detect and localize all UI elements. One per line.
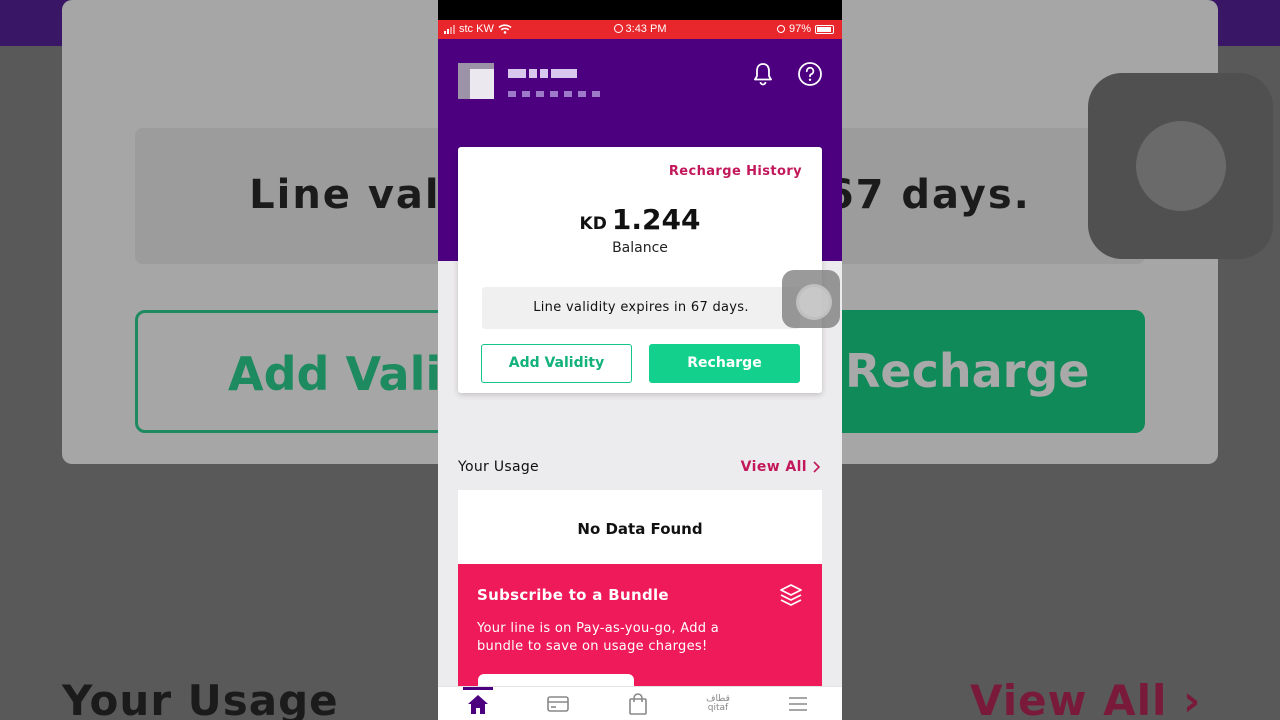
recharge-button[interactable]: Recharge — [649, 344, 800, 383]
avatar[interactable] — [458, 63, 494, 99]
bg-view-all-label: View All — [970, 676, 1168, 720]
qitaf-logo: قطاف qitaf — [706, 695, 730, 713]
bundle-description: Your line is on Pay-as-you-go, Add a bun… — [477, 621, 720, 654]
status-right: 97% — [776, 23, 834, 35]
bg-view-all: View All › — [970, 676, 1201, 720]
validity-notice: Line validity expires in 67 days. — [482, 287, 800, 329]
screen-record-icon — [613, 24, 623, 33]
tab-shop[interactable] — [598, 687, 678, 720]
alarm-icon — [776, 25, 785, 33]
user-name-redacted — [508, 69, 577, 78]
status-time: 3:43 PM — [625, 23, 667, 35]
usage-empty-state: No Data Found — [458, 490, 822, 564]
view-all-label: View All — [740, 459, 807, 475]
menu-icon — [789, 697, 807, 711]
add-validity-button[interactable]: Add Validity — [481, 344, 632, 383]
bottom-tab-bar: قطاف qitaf — [438, 686, 842, 720]
balance-value: 1.244 — [611, 203, 701, 236]
bg-recharge-label: Recharge — [845, 344, 1090, 398]
chevron-right-icon — [813, 461, 820, 473]
bell-icon[interactable] — [750, 61, 776, 87]
tab-qitaf[interactable]: قطاف qitaf — [678, 687, 758, 720]
status-bar: stc KW 3:43 PM 97% — [438, 20, 842, 39]
layers-icon — [780, 584, 802, 606]
battery-icon — [815, 24, 834, 34]
tab-menu[interactable] — [758, 687, 838, 720]
balance-currency: KD — [579, 214, 607, 234]
tab-home[interactable] — [438, 687, 518, 720]
balance-label: Balance — [612, 240, 668, 256]
usage-section-title: Your Usage — [458, 459, 539, 475]
bg-usage-title: Your Usage — [62, 676, 339, 720]
bundle-title: Subscribe to a Bundle — [477, 586, 669, 604]
home-icon — [468, 695, 488, 714]
view-all-link[interactable]: View All — [741, 459, 820, 475]
battery-percent: 97% — [788, 23, 811, 35]
card-icon — [547, 696, 569, 712]
qitaf-en-label: qitaf — [707, 703, 729, 713]
question-circle-icon[interactable] — [797, 61, 823, 87]
shopping-bag-icon — [629, 693, 647, 715]
recharge-history-link[interactable]: Recharge History — [669, 164, 802, 179]
bg-assistive-touch — [1088, 73, 1273, 259]
tab-payments[interactable] — [518, 687, 598, 720]
user-number-redacted — [508, 91, 600, 97]
top-black-bar — [438, 0, 842, 20]
phone-screen: stc KW 3:43 PM 97% Recharge History KD 1… — [438, 0, 842, 720]
balance-card: Recharge History KD 1.244 Balance Line v… — [458, 147, 822, 393]
balance-amount: KD 1.244 — [458, 203, 822, 236]
assistive-touch-button[interactable] — [782, 270, 840, 328]
